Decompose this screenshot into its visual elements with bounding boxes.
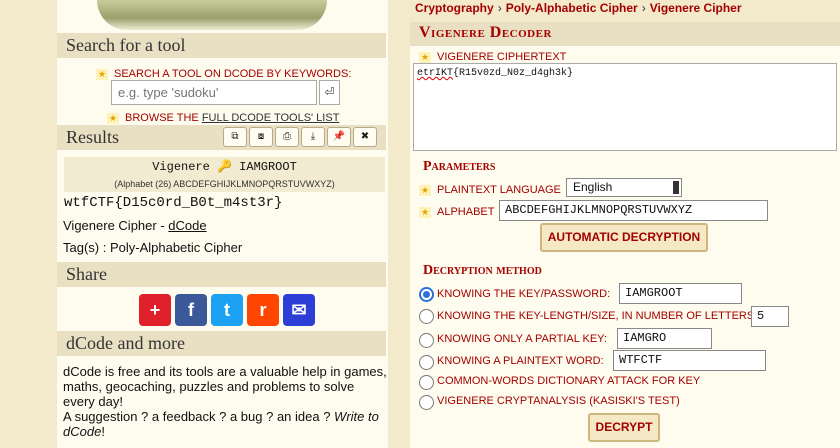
breadcrumb-separator: › [641, 1, 646, 15]
method-key-length-label: KNOWING THE KEY-LENGTH/SIZE, IN NUMBER O… [437, 310, 758, 322]
search-hint: ★ SEARCH A TOOL ON DCODE BY KEYWORDS: [96, 65, 351, 80]
alphabet-input[interactable]: ABCDEFGHIJKLMNOPQRSTUVWXYZ [499, 200, 768, 221]
radio-key-password[interactable] [419, 287, 434, 302]
star-icon: ★ [419, 185, 431, 196]
decoder-panel: Vigenere Decoder ★ VIGENERE CIPHERTEXT et… [410, 22, 840, 448]
credit-prefix: Vigenere Cipher - [63, 218, 169, 233]
breadcrumb-polyalphabetic[interactable]: Poly-Alphabetic Cipher [506, 1, 638, 15]
twitter-share-button[interactable]: t [211, 294, 243, 326]
language-value: English [573, 180, 613, 194]
method-title: Decryption method [423, 263, 542, 278]
email-share-button[interactable]: ✉ [283, 294, 315, 326]
language-label: PLAINTEXT LANGUAGE [437, 184, 561, 196]
ciphertext-word: etrIKT [417, 68, 454, 79]
star-icon: ★ [419, 207, 431, 218]
feedback-line: A suggestion ? a feedback ? a bug ? an i… [63, 409, 388, 439]
dcode-link[interactable]: dCode [168, 218, 206, 233]
more-section-title: dCode and more [57, 331, 386, 356]
save-icon[interactable]: ⧇ [249, 127, 273, 147]
result-alphabet: (Alphabet (26) ABCDEFGHIJKLMNOPQRSTUVWXY… [114, 179, 335, 189]
reddit-share-button[interactable]: r [247, 294, 279, 326]
ciphertext-textarea[interactable]: etrIKT{R15v0zd_N0z_d4gh3k} [413, 63, 837, 151]
browse-line: ★ BROWSE THE FULL DCODE TOOLS' LIST [107, 109, 339, 124]
full-tools-list-link[interactable]: FULL DCODE TOOLS' LIST [202, 112, 340, 124]
radio-dictionary-attack[interactable] [419, 375, 434, 390]
ciphertext-label: VIGENERE CIPHERTEXT [437, 51, 567, 63]
print-icon[interactable]: ⎙ [275, 127, 299, 147]
parameters-title: Parameters [423, 159, 496, 174]
breadcrumb: Cryptography › Poly-Alphabetic Cipher › Vige… [415, 1, 742, 15]
breadcrumb-separator: › [497, 1, 502, 15]
close-icon[interactable]: ✖ [353, 127, 377, 147]
alphabet-row: ★ ALPHABET [419, 203, 494, 218]
left-sidebar: Search for a tool ★ SEARCH A TOOL ON DCOD… [57, 0, 388, 448]
search-section-title: Search for a tool [57, 33, 386, 58]
radio-cryptanalysis[interactable] [419, 395, 434, 410]
method-partial-key-label: KNOWING ONLY A PARTIAL KEY: [437, 333, 607, 345]
partial-key-input[interactable]: IAMGRO [617, 328, 712, 349]
language-row: ★ PLAINTEXT LANGUAGE [419, 181, 561, 196]
about-text: dCode is free and its tools are a valuab… [63, 364, 387, 409]
banner-image [97, 0, 327, 30]
radio-key-length[interactable] [419, 309, 434, 324]
radio-partial-key[interactable] [419, 333, 434, 348]
automatic-decryption-button[interactable]: AUTOMATIC DECRYPTION [540, 223, 708, 252]
pin-icon[interactable]: 📌 [327, 127, 351, 147]
decrypt-button[interactable]: DECRYPT [588, 413, 660, 442]
result-credit: Vigenere Cipher - dCode [63, 218, 207, 233]
method-cryptanalysis-label: VIGENERE CRYPTANALYSIS (KASISKI'S TEST) [437, 395, 680, 407]
star-icon: ★ [419, 52, 431, 63]
key-length-input[interactable]: 5 [751, 306, 789, 327]
copy-icon[interactable]: ⧉ [223, 127, 247, 147]
facebook-share-button[interactable]: f [175, 294, 207, 326]
addthis-share-button[interactable]: + [139, 294, 171, 326]
star-icon: ★ [96, 69, 108, 80]
result-tags: Tag(s) : Poly-Alphabetic Cipher [63, 240, 243, 255]
download-icon[interactable]: ⤓ [301, 127, 325, 147]
feedback-text: A suggestion ? a feedback ? a bug ? an i… [63, 409, 335, 424]
key-password-input[interactable]: IAMGROOT [619, 283, 742, 304]
method-plaintext-word-label: KNOWING A PLAINTEXT WORD: [437, 355, 604, 367]
language-select[interactable]: English [566, 178, 682, 197]
method-key-label: KNOWING THE KEY/PASSWORD: [437, 288, 611, 300]
alphabet-label: ALPHABET [437, 206, 495, 218]
result-box: Vigenere 🔑 IAMGROOT (Alphabet (26) ABCDE… [64, 157, 385, 192]
search-submit-button[interactable]: ⏎ [319, 80, 340, 105]
decoder-title: Vigenere Decoder [410, 22, 840, 46]
chevron-down-icon [673, 181, 679, 194]
breadcrumb-cryptography[interactable]: Cryptography [415, 1, 494, 15]
about-text-block: dCode is free and its tools are a valuab… [63, 364, 388, 439]
plaintext-word-input[interactable]: WTFCTF [613, 350, 766, 371]
star-icon: ★ [107, 113, 119, 124]
share-section-title: Share [57, 262, 386, 287]
result-plaintext: wtfCTF{D15c0rd_B0t_m4st3r} [64, 195, 283, 211]
search-hint-label: SEARCH A TOOL ON DCODE BY KEYWORDS: [114, 68, 352, 80]
result-key-line: Vigenere 🔑 IAMGROOT [152, 160, 297, 174]
tool-search-input[interactable] [111, 80, 317, 105]
feedback-end: ! [101, 424, 105, 439]
ciphertext-rest: {R15v0zd_N0z_d4gh3k} [453, 68, 574, 79]
method-dictionary-label: COMMON-WORDS DICTIONARY ATTACK FOR KEY [437, 375, 701, 387]
browse-prefix: BROWSE THE [125, 112, 202, 124]
ciphertext-label-row: ★ VIGENERE CIPHERTEXT [419, 48, 566, 63]
breadcrumb-vigenere[interactable]: Vigenere Cipher [650, 1, 742, 15]
radio-plaintext-word[interactable] [419, 355, 434, 370]
